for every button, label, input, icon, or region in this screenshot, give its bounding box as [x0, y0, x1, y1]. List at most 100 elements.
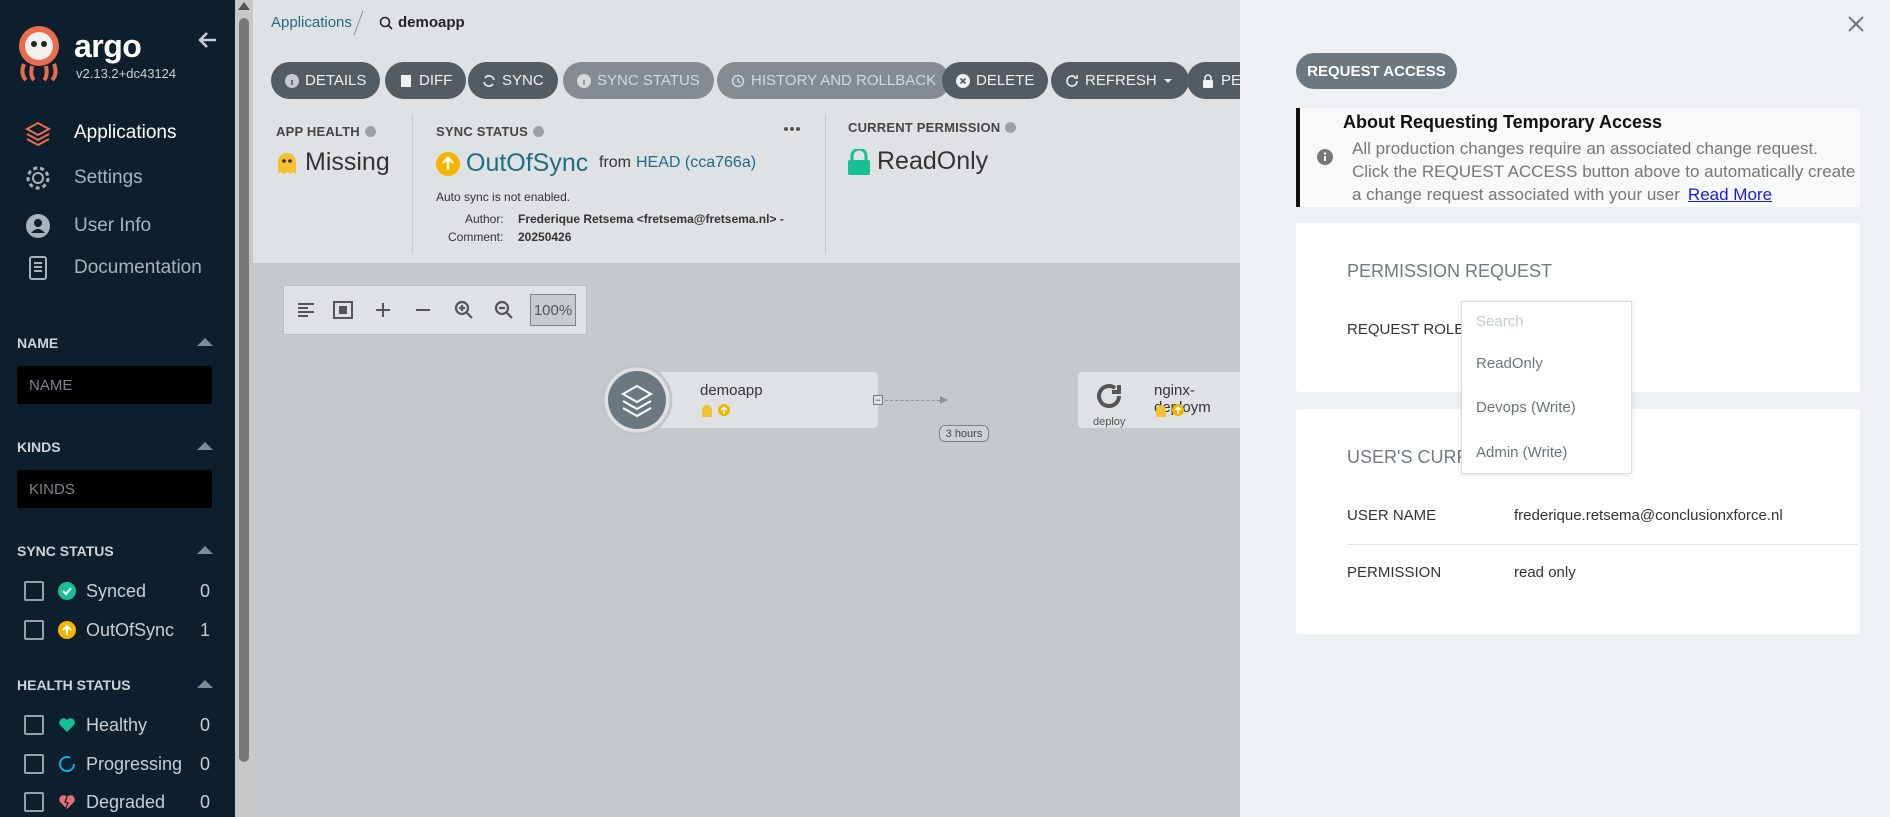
comment-value: 20250426: [518, 230, 572, 244]
layers-icon: [24, 121, 52, 147]
ghost-icon: [278, 152, 296, 174]
role-dropdown[interactable]: Search ReadOnly Devops (Write) Admin (Wr…: [1461, 301, 1632, 474]
help-icon[interactable]: [533, 126, 545, 137]
checkbox[interactable]: [24, 715, 44, 735]
filter-degraded[interactable]: Degraded 0: [24, 789, 210, 815]
filter-count: 0: [199, 714, 210, 735]
gear-icon: [26, 166, 50, 190]
read-more-link[interactable]: Read More: [1688, 185, 1772, 204]
history-rollback-button[interactable]: HISTORY AND ROLLBACK: [717, 62, 951, 99]
sync-revision-link[interactable]: HEAD (cca766a): [636, 154, 756, 172]
comment-label: Comment:: [448, 230, 504, 244]
checkbox[interactable]: [24, 754, 44, 774]
filter-count: 1: [199, 619, 210, 640]
collapse-node-icon[interactable]: −: [873, 395, 883, 405]
checkbox[interactable]: [24, 792, 44, 812]
collapse-caret-icon: [197, 442, 213, 450]
request-role-label: REQUEST ROLE: [1347, 321, 1465, 338]
app-node[interactable]: demoapp: [601, 364, 1227, 436]
sync-status-button[interactable]: SYNC STATUS: [563, 62, 714, 99]
check-circle-icon: [58, 582, 76, 600]
filter-progressing[interactable]: Progressing 0: [24, 751, 210, 777]
help-icon[interactable]: [364, 126, 376, 137]
permission-button[interactable]: PER: [1187, 62, 1240, 99]
checkbox[interactable]: [24, 581, 44, 601]
permission-value: read only: [1514, 564, 1576, 581]
filter-sync-heading[interactable]: SYNC STATUS: [17, 543, 213, 559]
nav-user-info[interactable]: User Info: [24, 211, 151, 241]
button-label: HISTORY AND ROLLBACK: [751, 72, 937, 89]
heart-icon: [59, 718, 75, 732]
nav-label: Settings: [74, 167, 143, 188]
notice-body: All production changes require an associ…: [1352, 137, 1857, 206]
current-permission-label: CURRENT PERMISSION: [848, 120, 1017, 135]
filter-label: Degraded: [86, 791, 166, 812]
nav-documentation[interactable]: Documentation: [24, 253, 202, 283]
filter-name-label: NAME: [17, 335, 59, 351]
breadcrumb-applications[interactable]: Applications: [271, 14, 352, 31]
list-view-icon[interactable]: [294, 298, 318, 322]
plus-icon[interactable]: [371, 298, 395, 322]
collapse-caret-icon: [197, 546, 213, 554]
more-options-icon[interactable]: [783, 126, 801, 132]
delete-button[interactable]: DELETE: [942, 62, 1049, 99]
zoom-level[interactable]: 100%: [530, 294, 576, 326]
filter-label: Healthy: [86, 714, 148, 735]
help-icon[interactable]: [1005, 122, 1017, 133]
filter-outofsync[interactable]: OutOfSync 1: [24, 617, 210, 643]
fit-view-icon[interactable]: [331, 298, 355, 322]
zoom-in-icon[interactable]: [452, 298, 476, 322]
button-label: REFRESH: [1085, 72, 1157, 89]
filter-health-heading[interactable]: HEALTH STATUS: [17, 677, 213, 693]
brand-name: argo: [74, 28, 142, 64]
kinds-filter-input[interactable]: [17, 470, 212, 508]
request-access-button[interactable]: REQUEST ACCESS: [1296, 53, 1457, 89]
minus-icon[interactable]: [411, 298, 435, 322]
current-permission-text: ReadOnly: [877, 147, 989, 175]
role-option-devops[interactable]: Devops (Write): [1476, 399, 1576, 416]
lock-icon: [1203, 73, 1213, 88]
filter-kinds-heading[interactable]: KINDS: [17, 439, 213, 455]
zoom-out-icon[interactable]: [492, 298, 516, 322]
user-icon: [26, 214, 50, 238]
button-label: SYNC STATUS: [597, 72, 700, 89]
collapse-sidebar-icon[interactable]: [196, 28, 220, 52]
divider: [1347, 544, 1858, 545]
node-status-icons: [702, 404, 730, 417]
sidebar-scrollbar[interactable]: [235, 0, 253, 817]
close-circle-icon: [956, 73, 970, 88]
close-icon[interactable]: [1846, 14, 1866, 34]
sync-button[interactable]: SYNC: [468, 62, 558, 99]
refresh-button[interactable]: REFRESH: [1051, 62, 1189, 99]
nav-settings[interactable]: Settings: [24, 163, 143, 193]
diff-button[interactable]: DIFF: [385, 62, 467, 99]
filter-healthy[interactable]: Healthy 0: [24, 712, 210, 738]
deploy-sync-icon: [1097, 384, 1121, 408]
name-filter-input[interactable]: [17, 366, 212, 404]
checkbox[interactable]: [24, 620, 44, 640]
button-label: SYNC: [502, 72, 544, 89]
role-option-readonly[interactable]: ReadOnly: [1476, 355, 1543, 372]
permission-label: PERMISSION: [1347, 564, 1442, 581]
filter-label: Synced: [86, 580, 147, 601]
breadcrumb-separator: [353, 10, 364, 36]
filter-health-label: HEALTH STATUS: [17, 677, 131, 693]
refresh-icon: [1066, 74, 1078, 87]
dropdown-search-input[interactable]: Search: [1476, 313, 1524, 330]
details-button[interactable]: DETAILS: [271, 62, 381, 99]
filter-name-heading[interactable]: NAME: [17, 335, 213, 351]
node-status-icons: [1156, 404, 1184, 417]
nav-applications[interactable]: Applications: [24, 118, 176, 148]
scroll-up-icon[interactable]: [238, 2, 250, 10]
arrow-up-circle-icon: [436, 151, 460, 176]
filter-synced[interactable]: Synced 0: [24, 578, 210, 604]
graph-toolbar: 100%: [283, 285, 587, 335]
permission-request-title: PERMISSION REQUEST: [1347, 261, 1553, 281]
deployment-node[interactable]: deploy nginx-deploym: [1078, 372, 1240, 428]
info-icon: [577, 73, 591, 88]
filter-sync-label: SYNC STATUS: [17, 543, 114, 559]
search-icon: [379, 16, 393, 30]
role-option-admin[interactable]: Admin (Write): [1476, 444, 1567, 461]
top-bar: Applications demoapp: [253, 0, 1240, 44]
scroll-thumb[interactable]: [239, 18, 249, 762]
